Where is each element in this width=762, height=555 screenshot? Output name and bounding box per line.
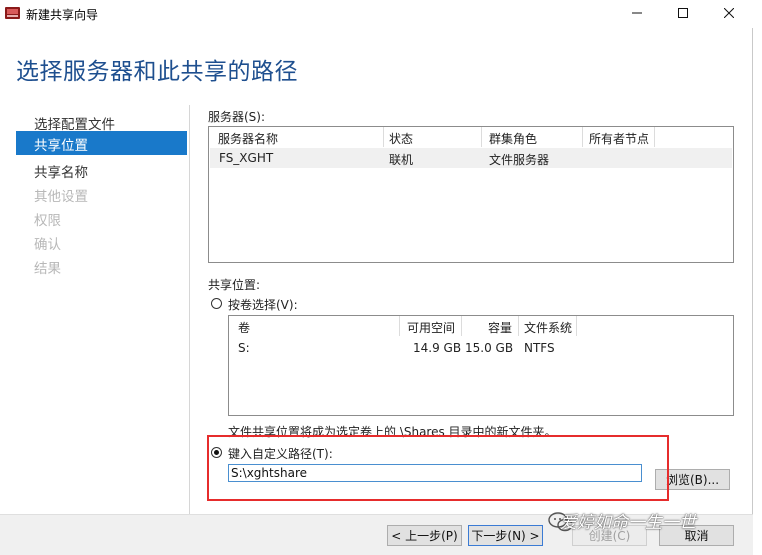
column-header-cluster-role[interactable]: 群集角色 xyxy=(489,130,537,147)
close-icon xyxy=(724,8,734,18)
share-location-label: 共享位置: xyxy=(208,278,261,292)
next-button[interactable]: 下一步(N) > xyxy=(468,525,543,546)
title-bar: 新建共享向导 xyxy=(0,0,762,28)
watermark-text: 爱婷如命一生一世 xyxy=(560,513,696,533)
minimize-button[interactable] xyxy=(614,0,660,26)
nav-item-permissions: 权限 xyxy=(34,213,61,229)
maximize-icon xyxy=(678,8,688,18)
column-divider[interactable] xyxy=(582,127,583,147)
table-row[interactable]: FS_XGHT 联机 文件服务器 xyxy=(210,148,732,168)
column-header-owner-node[interactable]: 所有者节点 xyxy=(589,130,649,147)
server-list[interactable]: 服务器名称 状态 群集角色 所有者节点 FS_XGHT 联机 文件服务器 xyxy=(208,126,734,263)
nav-item-share-location[interactable]: 共享位置 xyxy=(16,131,187,155)
status-cell: 联机 xyxy=(389,153,414,167)
column-header-server-name[interactable]: 服务器名称 xyxy=(218,130,278,147)
server-list-header: 服务器名称 状态 群集角色 所有者节点 xyxy=(209,127,733,147)
column-divider[interactable] xyxy=(654,127,655,147)
minimize-icon xyxy=(632,12,642,14)
maximize-button[interactable] xyxy=(660,0,706,26)
volume-list[interactable]: 卷 可用空间 容量 文件系统 S: 14.9 GB 15.0 GB NTFS xyxy=(228,315,734,416)
column-header-file-system[interactable]: 文件系统 xyxy=(524,319,572,336)
column-divider[interactable] xyxy=(383,127,384,147)
select-by-volume-radio[interactable] xyxy=(211,298,222,309)
column-header-capacity[interactable]: 容量 xyxy=(488,319,512,336)
column-divider[interactable] xyxy=(576,316,577,336)
nav-item-confirm: 确认 xyxy=(34,237,61,253)
server-name-cell: FS_XGHT xyxy=(219,151,274,165)
previous-button[interactable]: < 上一步(P) xyxy=(387,525,462,546)
capacity-cell: 15.0 GB xyxy=(465,341,514,355)
column-divider[interactable] xyxy=(461,316,462,336)
nav-separator xyxy=(189,105,190,515)
column-divider[interactable] xyxy=(481,127,482,147)
nav-item-label: 共享位置 xyxy=(34,138,88,154)
column-header-free-space[interactable]: 可用空间 xyxy=(407,319,455,336)
nav-item-other-settings: 其他设置 xyxy=(34,189,88,205)
wizard-app-icon xyxy=(5,7,20,19)
window-edge xyxy=(752,28,753,518)
cluster-role-cell: 文件服务器 xyxy=(489,153,550,167)
table-row[interactable]: S: 14.9 GB 15.0 GB NTFS xyxy=(230,337,732,357)
volume-cell: S: xyxy=(238,341,250,355)
column-header-volume[interactable]: 卷 xyxy=(238,319,250,336)
server-label: 服务器(S): xyxy=(208,110,266,124)
column-divider[interactable] xyxy=(399,316,400,336)
nav-item-results: 结果 xyxy=(34,261,61,277)
select-by-volume-label[interactable]: 按卷选择(V): xyxy=(228,296,298,313)
file-system-cell: NTFS xyxy=(524,341,555,355)
highlight-box xyxy=(207,435,669,501)
nav-item-share-name[interactable]: 共享名称 xyxy=(34,161,88,181)
close-button[interactable] xyxy=(706,0,752,26)
column-header-status[interactable]: 状态 xyxy=(389,130,413,147)
window-title: 新建共享向导 xyxy=(26,8,99,22)
column-divider[interactable] xyxy=(518,316,519,336)
page-title: 选择服务器和此共享的路径 xyxy=(16,59,298,85)
free-space-cell: 14.9 GB xyxy=(413,341,462,355)
nav-item-select-profile[interactable]: 选择配置文件 xyxy=(34,113,115,133)
volume-list-header: 卷 可用空间 容量 文件系统 xyxy=(229,316,733,336)
